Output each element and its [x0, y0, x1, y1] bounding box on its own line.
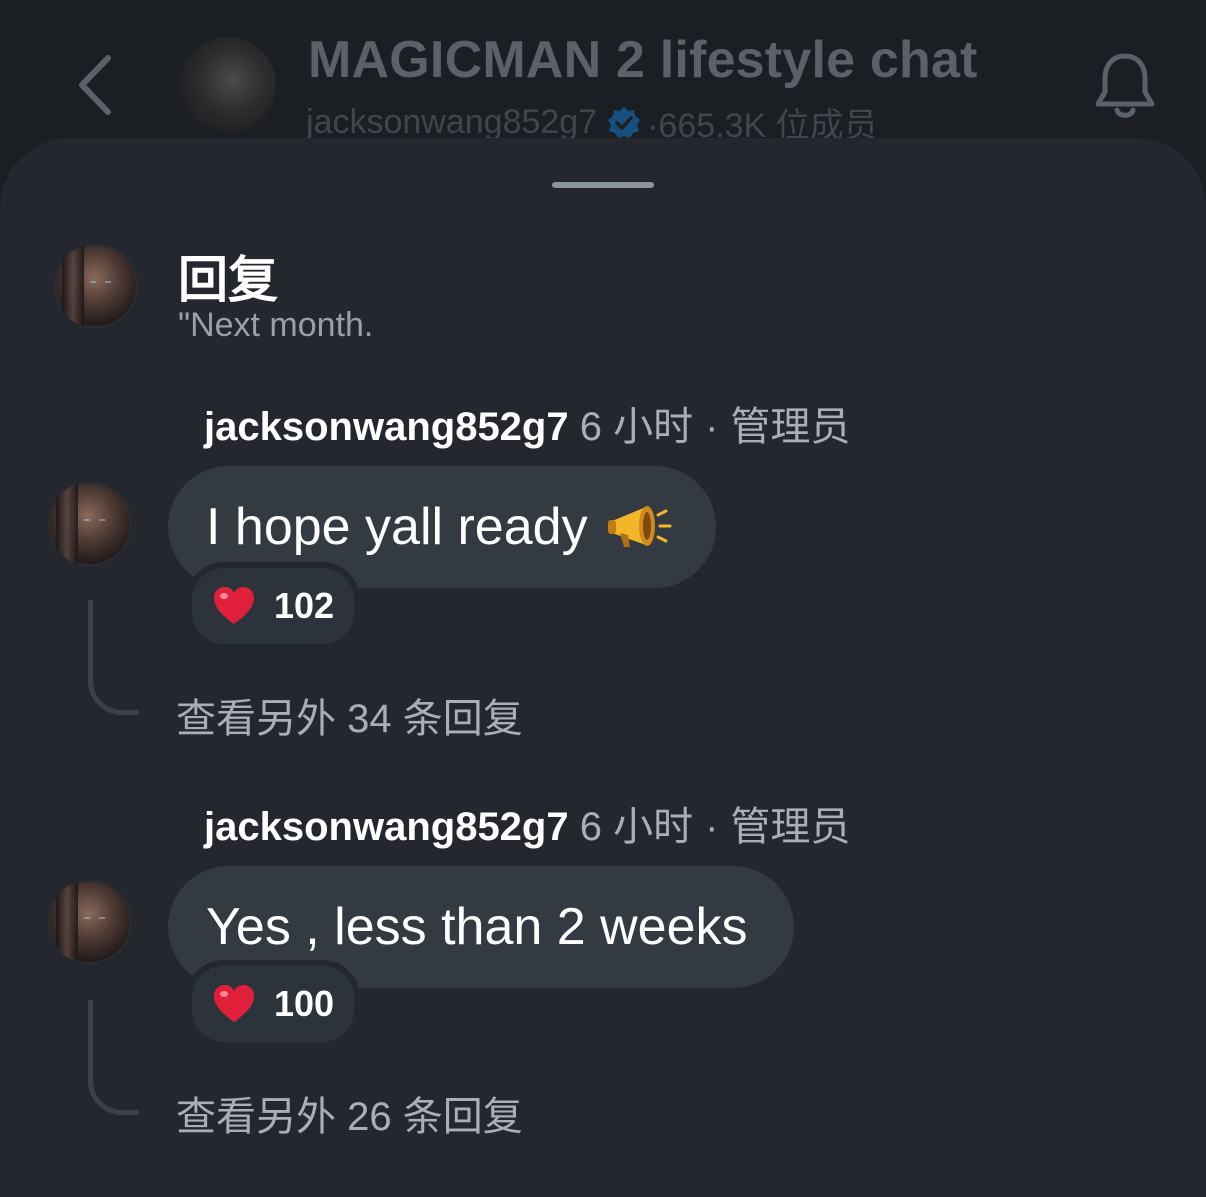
reaction-count: 102 [274, 585, 335, 626]
megaphone-icon [607, 506, 672, 547]
reaction-pill[interactable]: 102 [186, 562, 361, 650]
sheet-title: 回复 [178, 252, 278, 308]
avatar[interactable] [48, 482, 132, 566]
message-meta: jacksonwang852g7 6 小时 · 管理员 [204, 794, 850, 852]
message-meta: jacksonwang852g7 6 小时 · 管理员 [204, 394, 850, 452]
meta-separator: · [705, 405, 719, 449]
admin-badge: 管理员 [730, 405, 851, 449]
heart-icon [214, 985, 254, 1022]
chat-header: MAGICMAN 2 lifestyle chat jacksonwang852… [0, 0, 1206, 150]
admin-badge: 管理员 [730, 805, 851, 849]
chat-title: MAGICMAN 2 lifestyle chat [308, 31, 978, 89]
view-more-replies-link[interactable]: 查看另外 26 条回复 [176, 1084, 523, 1142]
verified-badge-icon [608, 106, 641, 138]
message-username[interactable]: jacksonwang852g7 [204, 405, 569, 449]
sheet-drag-handle[interactable] [552, 182, 654, 188]
chat-avatar[interactable] [180, 37, 276, 133]
view-more-replies-link[interactable]: 查看另外 34 条回复 [176, 686, 523, 744]
message-time: 6 小时 [579, 405, 694, 449]
message-text: Yes , less than 2 weeks [206, 898, 748, 956]
quoted-message: "Next month. [178, 306, 374, 344]
avatar[interactable] [54, 244, 138, 328]
reaction-count: 100 [274, 983, 335, 1024]
avatar[interactable] [48, 880, 132, 964]
reaction-pill[interactable]: 100 [186, 960, 361, 1048]
thread-connector [88, 600, 139, 715]
message-username[interactable]: jacksonwang852g7 [204, 805, 569, 849]
chevron-left-icon[interactable] [70, 50, 120, 120]
heart-icon [214, 587, 254, 624]
message-time: 6 小时 [579, 805, 694, 849]
thread-connector [88, 1000, 139, 1115]
meta-separator: · [705, 805, 719, 849]
chat-owner[interactable]: jacksonwang852g7 [306, 103, 597, 142]
bell-icon[interactable] [1090, 48, 1160, 124]
message-text: I hope yall ready [206, 498, 588, 556]
replies-sheet: 回复 "Next month. jacksonwang852g7 6 小时 · 管理… [0, 138, 1206, 1197]
